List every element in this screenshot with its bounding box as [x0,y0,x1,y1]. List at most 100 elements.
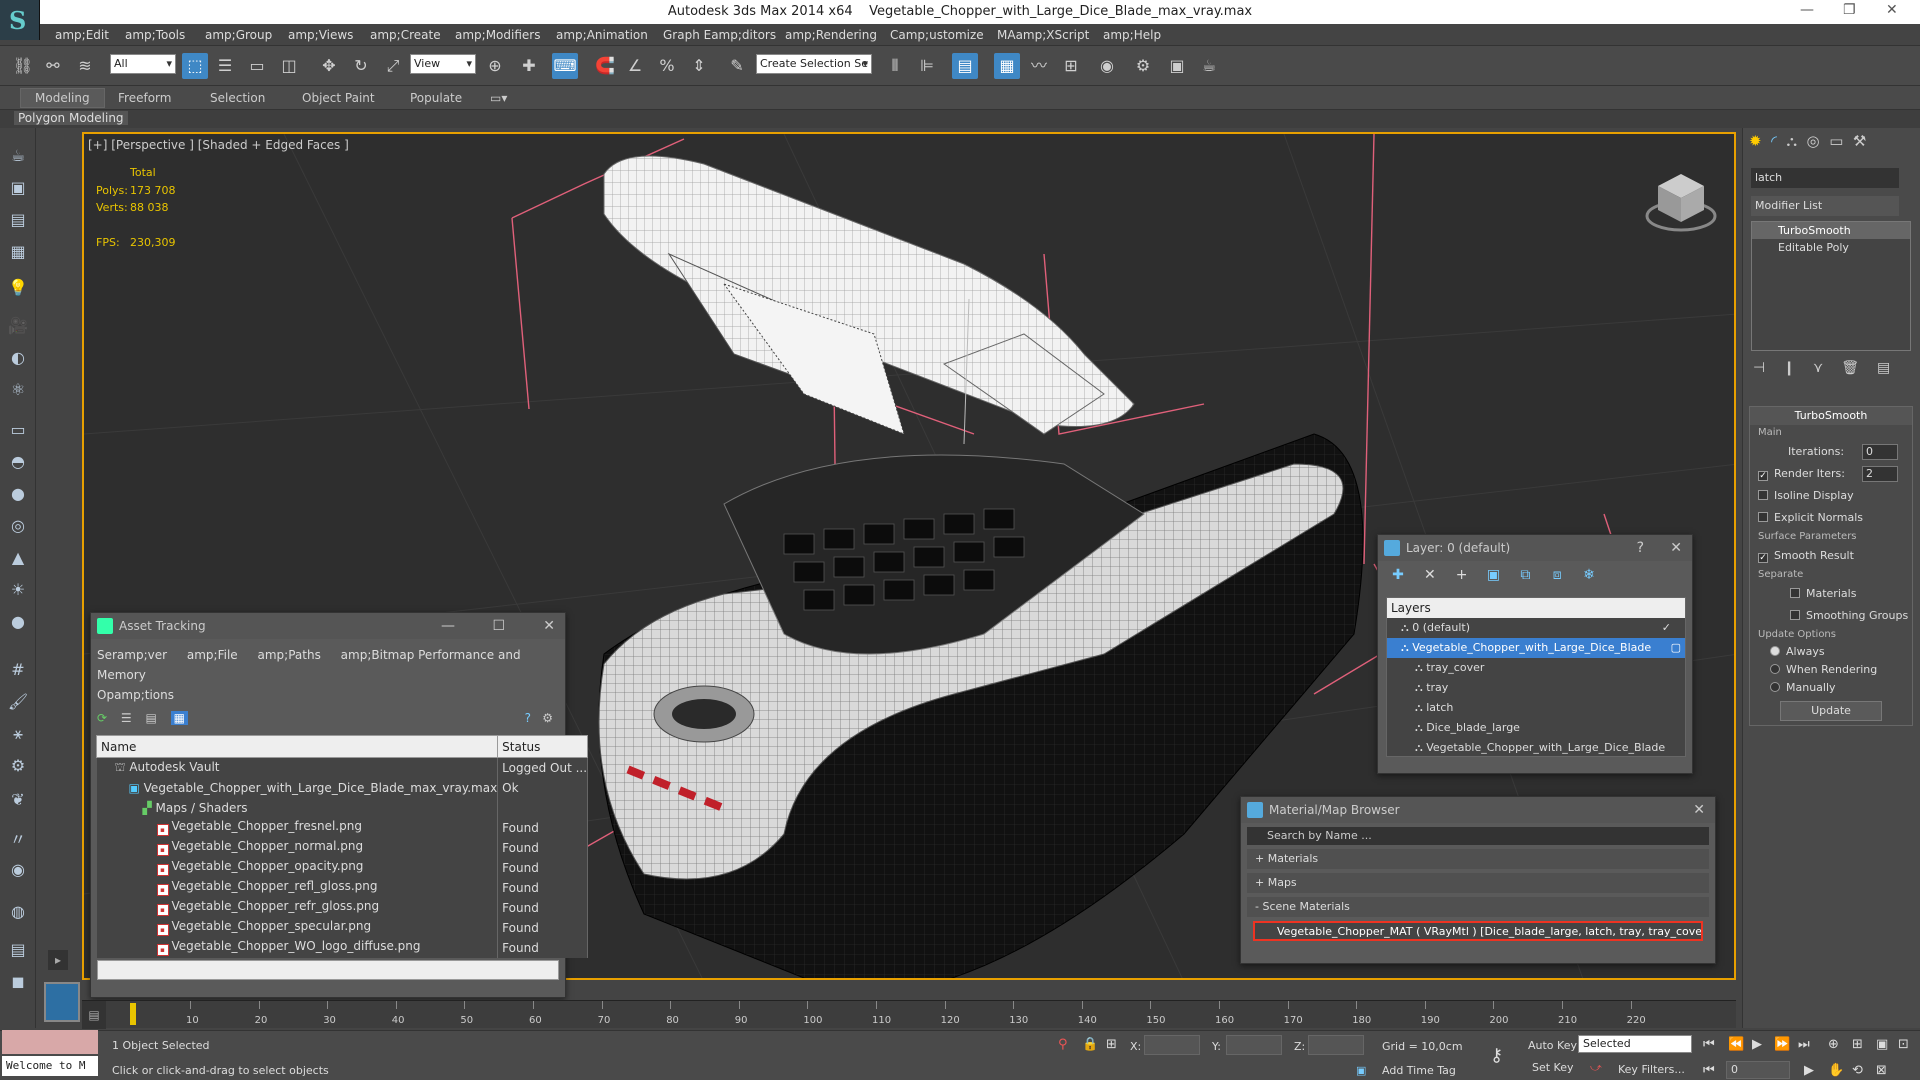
schematic-view-icon[interactable]: ⊞ [1058,53,1084,79]
stack-item-editable-poly[interactable]: Editable Poly [1752,239,1910,256]
gear-icon[interactable]: ⚙ [6,754,30,778]
menu-graph-editors[interactable]: Graph Eamp;ditors [663,28,776,42]
turbosmooth-rollout-title[interactable]: TurboSmooth [1750,407,1912,425]
smooth-result-checkbox[interactable]: ✓ [1758,553,1768,563]
modify-tab-icon[interactable]: ◜ [1771,132,1777,150]
network-icon[interactable]: ⚹ [6,722,30,746]
search-by-name-input[interactable]: Search by Name ... [1247,827,1709,845]
material-editor-icon[interactable]: ◉ [1094,53,1120,79]
select-object-icon[interactable]: ⬚ [182,53,208,79]
particle-icon[interactable]: ⚛ [6,378,30,402]
materials-section[interactable]: + Materials [1247,849,1709,869]
explicit-normals-checkbox[interactable] [1758,512,1768,522]
utilities-tab-icon[interactable]: ⚒ [1853,132,1866,150]
ball-icon[interactable]: ● [6,610,30,634]
create-layer-icon[interactable]: ✚ [1384,561,1412,589]
minimize-icon[interactable]: — [1800,2,1814,18]
table-row[interactable]: ▪ Vegetable_Chopper_WO_logo_diffuse.png Fo… [96,937,589,958]
viewcube-icon[interactable] [1644,164,1718,238]
layer-manager-header[interactable]: Layer: 0 (default) ? ✕ [1378,535,1692,561]
tab-object-paint[interactable]: Object Paint [302,91,375,105]
field-of-view-icon[interactable]: ▶ [1804,1063,1814,1078]
menu-create[interactable]: amp;Create [370,28,441,42]
goto-end-icon[interactable]: ⏭ [1798,1037,1810,1052]
layer-item[interactable]: ⛬ 0 (default) ✓ [1387,618,1685,638]
remove-modifier-icon[interactable]: 🗑 [1841,360,1877,376]
angle-snap-icon[interactable]: ∠ [622,53,648,79]
auto-key-button[interactable]: Auto Key [1528,1039,1577,1052]
asset-path-field[interactable] [97,959,559,980]
ref-coord-dropdown[interactable]: View [410,54,476,74]
hierarchy-tab-icon[interactable]: ⛬ [1786,132,1797,150]
configure-sets-icon[interactable]: ▤ [1877,360,1908,376]
hide-all-icon[interactable]: ⧈ [1543,561,1571,589]
torus-icon[interactable]: ◎ [6,514,30,538]
help-icon[interactable]: ? [1637,535,1644,561]
tab-modeling[interactable]: Modeling [20,88,105,108]
help-icon[interactable]: ? [525,711,531,725]
manually-radio[interactable] [1770,682,1780,692]
zoom-extents-icon[interactable]: ▣ [1876,1037,1888,1052]
close-icon[interactable]: ✕ [1886,2,1898,18]
maxscript-listener-mini[interactable] [2,1030,98,1054]
material-browser-header[interactable]: Material/Map Browser ✕ [1241,797,1715,823]
layer-item[interactable]: ⛬ Dice_blade_large [1387,718,1685,738]
iterations-spinner[interactable]: 0 [1862,444,1898,460]
layer-item[interactable]: ⛬ tray [1387,678,1685,698]
close-icon[interactable]: ✕ [1693,797,1705,823]
polygon-modeling-panel[interactable]: Polygon Modeling [14,111,128,125]
selection-filter-dropdown[interactable]: All [110,54,176,74]
menu-maxscript[interactable]: MAamp;XScript [997,28,1089,42]
z-coordinate-field[interactable] [1308,1035,1364,1055]
menu-group[interactable]: amp;Group [205,28,272,42]
minimize-icon[interactable]: — [441,613,455,639]
table-row[interactable]: ▪ Vegetable_Chopper_normal.png Found [96,837,589,858]
tab-freeform[interactable]: Freeform [118,91,171,105]
scene-material-item[interactable]: Vegetable_Chopper_MAT ( VRayMtl ) [Dice_… [1253,921,1703,941]
isolate-icon[interactable]: ⚲ [1058,1037,1068,1052]
key-mode-icon[interactable]: ⏮ [1703,1063,1715,1078]
table-view-icon[interactable]: ▦ [170,711,188,725]
freeze-all-icon[interactable]: ❄ [1575,561,1603,589]
table-row[interactable]: ▪ Vegetable_Chopper_refr_gloss.png Found [96,897,589,918]
add-to-layer-icon[interactable]: + [1448,561,1476,589]
menu-animation[interactable]: amp;Animation [556,28,648,42]
table-row[interactable]: ⛫ Autodesk Vault Logged Out ... [96,757,589,778]
menu-edit[interactable]: amp;Edit [55,28,109,42]
globe-icon[interactable]: ◍ [6,900,30,924]
column-status-header[interactable]: Status [497,735,589,758]
vray-icon[interactable]: ◼ [6,970,30,994]
render-setup-icon[interactable]: ⚙ [1130,53,1156,79]
keyboard-shortcut-override-icon[interactable]: ⌨ [552,53,578,79]
menu-paths[interactable]: amp;Paths [258,648,321,662]
thumbnail-icon[interactable]: ▤ [145,711,156,725]
stack-item-turbosmooth[interactable]: TurboSmooth [1752,222,1910,239]
time-tag-icon[interactable]: ▣ [1356,1064,1366,1077]
render-iters-checkbox[interactable]: ✓ [1758,471,1768,481]
rendered-frame-icon[interactable]: ▣ [1164,53,1190,79]
snaps-toggle-icon[interactable]: 🧲 [592,53,618,79]
maximize-icon[interactable]: ☐ [492,613,505,639]
always-radio[interactable] [1770,646,1780,656]
pin-stack-icon[interactable]: ⊣ [1753,360,1783,376]
menu-options[interactable]: Opamp;tions [97,688,174,702]
rect-selection-icon[interactable]: ▭ [244,53,270,79]
highlight-layer-icon[interactable]: ⧉ [1511,561,1539,589]
texture-icon[interactable]: ◉ [6,858,30,882]
maximize-viewport-icon[interactable]: ⊠ [1876,1063,1887,1078]
make-unique-icon[interactable]: ⋎ [1813,360,1841,376]
select-by-name-icon[interactable]: ☰ [212,53,238,79]
menu-tools[interactable]: amp;Tools [125,28,185,42]
pivot-center-icon[interactable]: ⊕ [482,53,508,79]
graphite-ribbon-icon[interactable]: ▦ [994,53,1020,79]
edit-named-selection-icon[interactable]: ✎ [724,53,750,79]
rotate-icon[interactable]: ↻ [348,53,374,79]
delete-layer-icon[interactable]: ✕ [1416,561,1444,589]
key-filters-button[interactable]: Key Filters... [1618,1063,1685,1076]
goto-start-icon[interactable]: ⏮ [1703,1037,1715,1052]
layer-icon[interactable]: ▤ [6,208,30,232]
render-production-icon[interactable]: ☕ [1196,53,1222,79]
mirror-icon[interactable]: ⫴ [882,53,908,79]
timeline[interactable]: ▤ 10 20 30 40 50 60 70 80 90 100 110 120 130 140 150 16… [82,1000,1736,1029]
key-mode-dropdown[interactable]: Selected [1578,1035,1692,1053]
